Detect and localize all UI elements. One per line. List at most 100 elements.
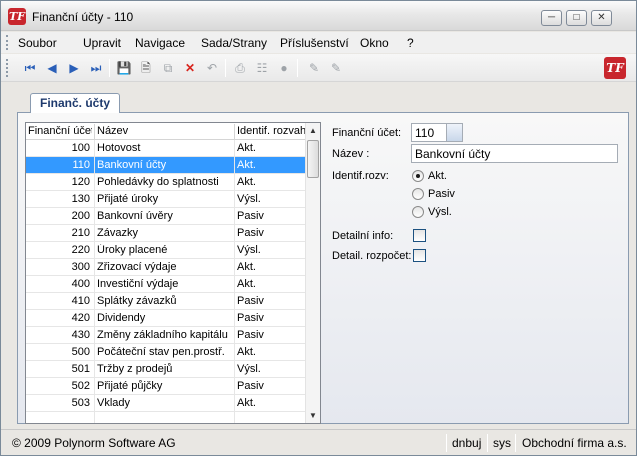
- cell-name: Přijaté půjčky: [97, 380, 163, 392]
- grid-scrollbar[interactable]: ▲ ▼: [305, 123, 320, 423]
- column-header-name[interactable]: Název: [97, 125, 233, 137]
- ident-label: Identif.rozv:: [332, 170, 389, 182]
- menu-help[interactable]: ?: [407, 36, 414, 50]
- radio-vysl[interactable]: [412, 206, 424, 218]
- menu-navigace[interactable]: Navigace: [135, 36, 185, 50]
- cell-name: Vklady: [97, 397, 131, 409]
- status-company: Obchodní firma a.s.: [522, 436, 627, 450]
- edit-alt-icon[interactable]: ✎: [328, 60, 344, 76]
- detail-info-checkbox[interactable]: [413, 229, 426, 242]
- column-divider[interactable]: [234, 124, 235, 139]
- status-bar: © 2009 Polynorm Software AG dnbuj sys Ob…: [1, 429, 636, 455]
- undo-icon[interactable]: ↶: [204, 60, 220, 76]
- new-icon[interactable]: 🗎: [138, 60, 154, 76]
- menu-upravit[interactable]: Upravit: [83, 36, 121, 50]
- toolbar-separator: [225, 59, 226, 77]
- radio-vysl-label[interactable]: Výsl.: [428, 206, 452, 218]
- delete-icon[interactable]: ✕: [182, 60, 198, 76]
- cell-account: 400: [71, 278, 90, 290]
- copy-icon[interactable]: ⧉: [160, 60, 176, 76]
- table-row[interactable]: 400 Investiční výdaje Akt.: [26, 276, 307, 293]
- edit-icon[interactable]: ✎: [306, 60, 322, 76]
- cell-name: Splátky závazků: [97, 295, 177, 307]
- cell-ident: Výsl.: [237, 363, 261, 375]
- table-row[interactable]: 220 Úroky placené Výsl.: [26, 242, 307, 259]
- cell-account: 300: [71, 261, 90, 273]
- table-row[interactable]: 410 Splátky závazků Pasiv: [26, 293, 307, 310]
- toolbar-separator: [297, 59, 298, 77]
- status-separator: [487, 434, 488, 452]
- account-field[interactable]: 110: [411, 123, 463, 142]
- cell-ident: Akt.: [237, 278, 256, 290]
- detail-info-label: Detailní info:: [332, 230, 394, 242]
- toolbar-grip-icon: [6, 59, 9, 77]
- table-row[interactable]: 502 Přijaté půjčky Pasiv: [26, 378, 307, 395]
- cell-name: Bankovní účty: [97, 159, 167, 171]
- cell-name: Přijaté úroky: [97, 193, 159, 205]
- account-label: Finanční účet:: [332, 127, 402, 139]
- menu-soubor[interactable]: Soubor: [18, 36, 57, 50]
- scroll-down-icon[interactable]: ▼: [306, 408, 320, 423]
- menu-grip-icon: [6, 35, 9, 50]
- name-field[interactable]: Bankovní účty: [411, 144, 618, 163]
- cell-account: 110: [72, 159, 90, 171]
- account-lookup-button[interactable]: [446, 124, 462, 141]
- column-divider[interactable]: [94, 124, 95, 139]
- tree-icon[interactable]: ☷: [254, 60, 270, 76]
- last-record-icon[interactable]: ⏭: [88, 60, 104, 76]
- table-row[interactable]: 501 Tržby z prodejů Výsl.: [26, 361, 307, 378]
- cell-ident: Akt.: [237, 261, 256, 273]
- cell-name: Závazky: [97, 227, 138, 239]
- table-row[interactable]: 430 Změny základního kapitálu Pasiv: [26, 327, 307, 344]
- grid-header: Finanční účet Název Identif. rozvah: [26, 123, 307, 140]
- column-line: [234, 140, 235, 423]
- prev-record-icon[interactable]: ◀: [44, 60, 60, 76]
- tab-financni-ucty[interactable]: Finanč. účty: [30, 93, 121, 113]
- accounts-grid[interactable]: Finanční účet Název Identif. rozvah 100 H…: [25, 122, 321, 424]
- menu-okno[interactable]: Okno: [360, 36, 389, 50]
- detail-budget-checkbox[interactable]: [413, 249, 426, 262]
- print-icon[interactable]: ⎙: [232, 60, 248, 76]
- cell-account: 410: [71, 295, 90, 307]
- cell-ident: Akt.: [237, 159, 256, 171]
- table-row[interactable]: 100 Hotovost Akt.: [26, 140, 307, 157]
- cell-account: 120: [71, 176, 90, 188]
- table-row[interactable]: 300 Zřizovací výdaje Akt.: [26, 259, 307, 276]
- table-row[interactable]: 420 Dividendy Pasiv: [26, 310, 307, 327]
- radio-akt[interactable]: [412, 170, 424, 182]
- column-header-account[interactable]: Finanční účet: [28, 125, 92, 137]
- menu-prislusenstvi[interactable]: Příslušenství: [280, 36, 349, 50]
- radio-akt-label[interactable]: Akt.: [428, 170, 447, 182]
- next-record-icon[interactable]: ▶: [66, 60, 82, 76]
- first-record-icon[interactable]: ⏮: [22, 60, 38, 76]
- table-row[interactable]: 130 Přijaté úroky Výsl.: [26, 191, 307, 208]
- cell-ident: Akt.: [237, 346, 256, 358]
- save-icon[interactable]: 💾: [116, 60, 132, 76]
- close-icon[interactable]: ✕: [591, 10, 612, 26]
- table-row[interactable]: 120 Pohledávky do splatnosti Akt.: [26, 174, 307, 191]
- menu-sada-strany[interactable]: Sada/Strany: [201, 36, 267, 50]
- menu-bar: Soubor Upravit Navigace Sada/Strany Přís…: [1, 32, 636, 53]
- cell-ident: Pasiv: [237, 380, 264, 392]
- scroll-up-icon[interactable]: ▲: [306, 123, 320, 138]
- status-separator: [446, 434, 447, 452]
- table-row[interactable]: 200 Bankovní úvěry Pasiv: [26, 208, 307, 225]
- table-row[interactable]: 503 Vklady Akt.: [26, 395, 307, 412]
- cell-name: Bankovní úvěry: [97, 210, 173, 222]
- table-row[interactable]: 500 Počáteční stav pen.prostř. Akt.: [26, 344, 307, 361]
- minimize-icon[interactable]: ─: [541, 10, 562, 26]
- cell-ident: Výsl.: [237, 193, 261, 205]
- radio-pasiv-label[interactable]: Pasiv: [428, 188, 455, 200]
- maximize-icon[interactable]: □: [566, 10, 587, 26]
- column-header-ident[interactable]: Identif. rozvah: [237, 125, 305, 137]
- lock-icon[interactable]: ●: [276, 60, 292, 76]
- table-row[interactable]: 210 Závazky Pasiv: [26, 225, 307, 242]
- title-bar[interactable]: TF Finanční účty - 110 ─ □ ✕: [1, 1, 636, 31]
- cell-account: 100: [71, 142, 90, 154]
- cell-account: 502: [71, 380, 90, 392]
- radio-pasiv[interactable]: [412, 188, 424, 200]
- table-row[interactable]: 110 Bankovní účty Akt.: [26, 157, 307, 174]
- scroll-thumb[interactable]: [307, 140, 319, 178]
- cell-ident: Pasiv: [237, 227, 264, 239]
- cell-name: Počáteční stav pen.prostř.: [97, 346, 225, 358]
